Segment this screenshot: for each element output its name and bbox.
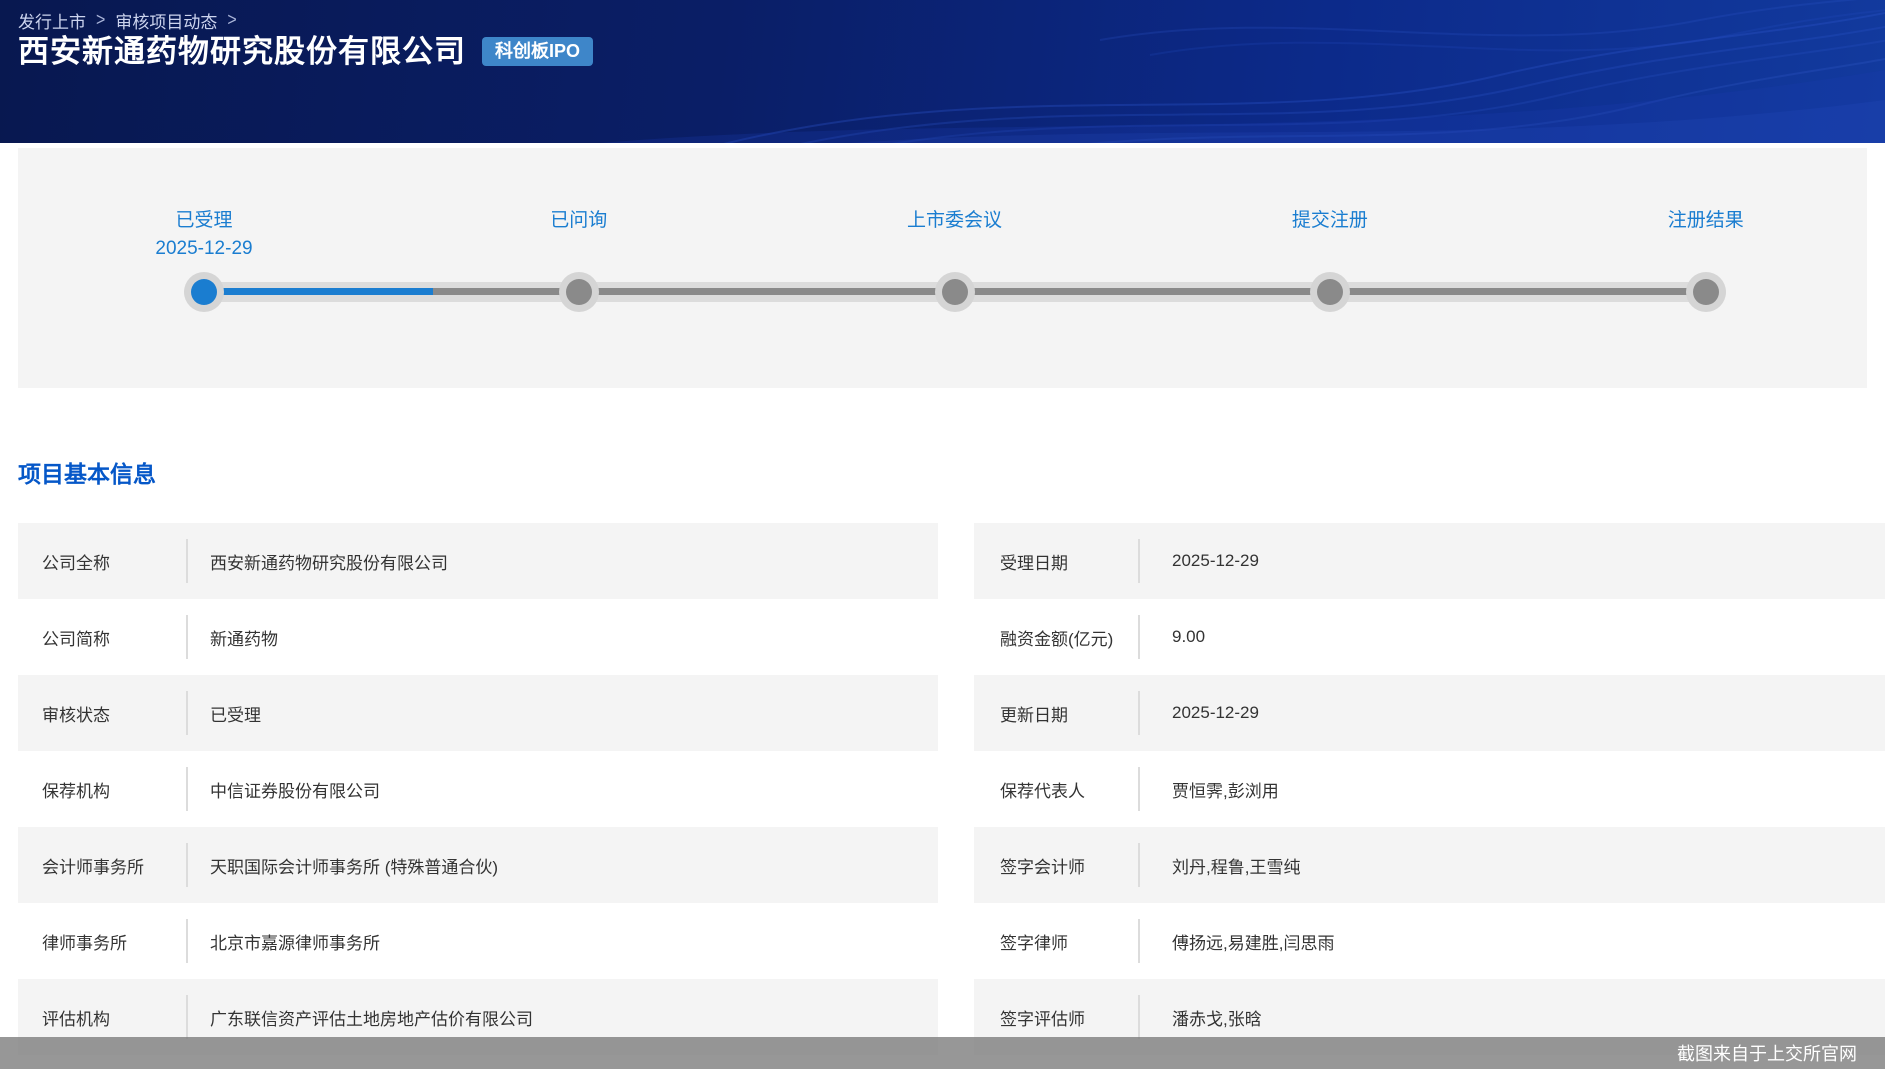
timeline-stage: 注册结果: [1668, 210, 1744, 233]
info-row-value: 潘赤戈,张晗: [1140, 1005, 1262, 1030]
chevron-right-icon: >: [96, 10, 105, 31]
info-table-left: 公司全称 西安新通药物研究股份有限公司 公司简称 新通药物 审核状态 已受理 保…: [18, 523, 938, 1055]
info-row-value: 天职国际会计师事务所 (特殊普通合伙): [188, 853, 498, 878]
info-row: 更新日期 2025-12-29: [974, 675, 1885, 751]
info-row-label: 签字评估师: [974, 1005, 1138, 1030]
watermark-text: 截图来自于上交所官网: [1677, 1040, 1857, 1066]
timeline-dot-pending: [559, 272, 599, 312]
info-row-label: 审核状态: [18, 701, 186, 726]
info-row-label: 融资金额(亿元): [974, 625, 1138, 650]
info-row-label: 签字律师: [974, 929, 1138, 954]
timeline-stage: 已受理 2025-12-29: [155, 210, 252, 261]
chevron-right-icon: >: [227, 10, 236, 31]
timeline-stage-label: 注册结果: [1668, 210, 1744, 233]
info-row-value: 广东联信资产评估土地房地产估价有限公司: [188, 1005, 533, 1030]
info-row-value: 北京市嘉源律师事务所: [188, 929, 380, 954]
timeline-stage-date: 2025-12-29: [155, 238, 252, 261]
info-row: 公司全称 西安新通药物研究股份有限公司: [18, 523, 938, 599]
info-row-value: 新通药物: [188, 625, 278, 650]
info-row: 融资金额(亿元) 9.00: [974, 599, 1885, 675]
header-wave-decoration: [0, 0, 1885, 143]
audit-progress-timeline: 已受理 2025-12-29 已问询 上市委会议 提交注册 注册结果: [18, 148, 1867, 388]
page-title: 西安新通药物研究股份有限公司: [18, 33, 466, 70]
timeline-dot-pending: [935, 272, 975, 312]
info-row: 会计师事务所 天职国际会计师事务所 (特殊普通合伙): [18, 827, 938, 903]
info-row: 保荐代表人 贾恒霁,彭浏用: [974, 751, 1885, 827]
info-row-label: 更新日期: [974, 701, 1138, 726]
info-row-label: 签字会计师: [974, 853, 1138, 878]
timeline-stage-label: 已问询: [550, 210, 607, 233]
timeline-stage-label: 上市委会议: [907, 210, 1002, 233]
section-title-basic-info: 项目基本信息: [18, 455, 156, 489]
breadcrumb: 发行上市 > 审核项目动态 >: [18, 8, 237, 33]
info-row: 律师事务所 北京市嘉源律师事务所: [18, 903, 938, 979]
info-row-label: 公司简称: [18, 625, 186, 650]
info-row-value: 已受理: [188, 701, 261, 726]
info-row-value: 刘丹,程鲁,王雪纯: [1140, 853, 1300, 878]
timeline-stage-label: 已受理: [155, 210, 252, 233]
watermark-bar: 截图来自于上交所官网: [0, 1037, 1885, 1069]
breadcrumb-item[interactable]: 审核项目动态: [115, 8, 217, 33]
info-row: 签字会计师 刘丹,程鲁,王雪纯: [974, 827, 1885, 903]
timeline-stage: 上市委会议: [907, 210, 1002, 233]
info-row-value: 傅扬远,易建胜,闫思雨: [1140, 929, 1334, 954]
timeline-dot-pending: [1310, 272, 1350, 312]
info-row-label: 受理日期: [974, 549, 1138, 574]
info-row-value: 2025-12-29: [1140, 551, 1259, 571]
title-row: 西安新通药物研究股份有限公司 科创板IPO: [18, 33, 593, 70]
info-row-label: 评估机构: [18, 1005, 186, 1030]
info-row-value: 贾恒霁,彭浏用: [1140, 777, 1279, 802]
info-row: 签字律师 傅扬远,易建胜,闫思雨: [974, 903, 1885, 979]
info-row-label: 会计师事务所: [18, 853, 186, 878]
page-header: 发行上市 > 审核项目动态 > 西安新通药物研究股份有限公司 科创板IPO: [0, 0, 1885, 143]
info-table-right: 受理日期 2025-12-29 融资金额(亿元) 9.00 更新日期 2025-…: [974, 523, 1885, 1055]
info-row-label: 公司全称: [18, 549, 186, 574]
info-row-value: 中信证券股份有限公司: [188, 777, 380, 802]
info-row: 受理日期 2025-12-29: [974, 523, 1885, 599]
timeline-stage: 已问询: [550, 210, 607, 233]
timeline-progress: [204, 288, 433, 295]
timeline-dot-pending: [1686, 272, 1726, 312]
info-row: 保荐机构 中信证券股份有限公司: [18, 751, 938, 827]
info-row: 审核状态 已受理: [18, 675, 938, 751]
timeline-dot-active: [184, 272, 224, 312]
info-row-label: 保荐代表人: [974, 777, 1138, 802]
timeline-stage: 提交注册: [1292, 210, 1368, 233]
breadcrumb-item[interactable]: 发行上市: [18, 8, 86, 33]
timeline-stage-label: 提交注册: [1292, 210, 1368, 233]
info-row-value: 2025-12-29: [1140, 703, 1259, 723]
info-row-label: 律师事务所: [18, 929, 186, 954]
info-row: 公司简称 新通药物: [18, 599, 938, 675]
info-row-label: 保荐机构: [18, 777, 186, 802]
info-row-value: 西安新通药物研究股份有限公司: [188, 549, 448, 574]
ipo-board-badge: 科创板IPO: [482, 37, 593, 66]
info-row-value: 9.00: [1140, 627, 1205, 647]
